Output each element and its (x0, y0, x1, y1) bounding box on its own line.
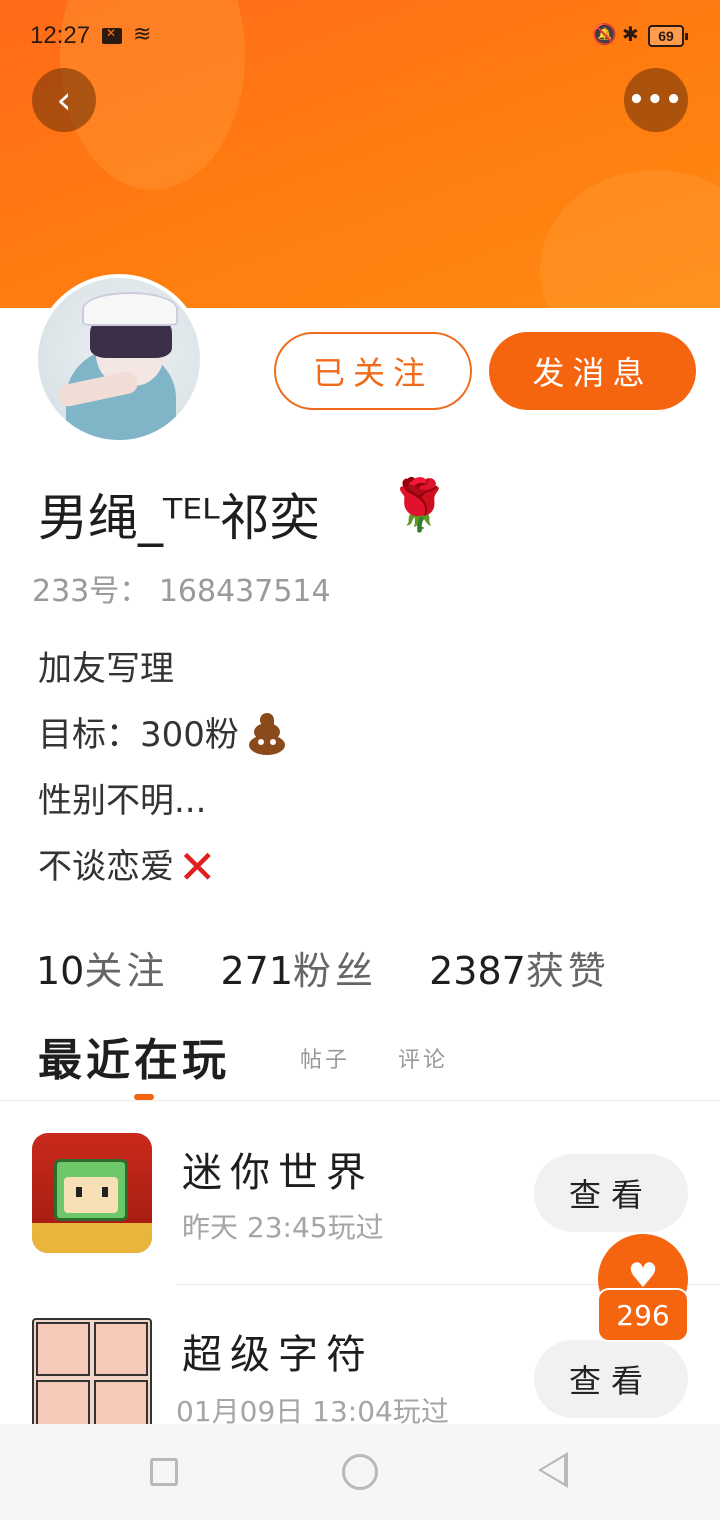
avatar[interactable] (34, 274, 204, 444)
view-button[interactable]: 查看 (534, 1154, 688, 1232)
game-icon (32, 1318, 152, 1438)
bio-line: 加友写理 (38, 649, 174, 689)
bio-line: 不谈恋爱 ✕ (38, 834, 291, 900)
more-options-button[interactable]: ••• (624, 68, 688, 132)
bio-line: 性别不明... (38, 781, 207, 821)
status-time: 12:27 (30, 22, 91, 49)
game-played-time: 昨天 23:45玩过 (182, 1211, 384, 1244)
cross-mark-icon: ✕ (178, 840, 217, 894)
wifi-icon: ≋ (133, 22, 152, 47)
following-stat[interactable]: 10关注 (36, 949, 208, 993)
game-title: 迷你世界 (182, 1150, 374, 1196)
fans-stat[interactable]: 271粉丝 (220, 949, 417, 993)
status-bar: 12:27 ≋ 🔕 ✱ 69 (0, 0, 720, 72)
tab-posts[interactable]: 帖子 (300, 1042, 350, 1074)
poop-icon (243, 713, 291, 757)
banner-decoration (540, 170, 720, 308)
tab-comments[interactable]: 评论 (398, 1042, 448, 1074)
battery-icon: 69 (648, 25, 688, 47)
back-button[interactable]: ‹ (32, 68, 96, 132)
tab-recently-played[interactable]: 最近在玩 (38, 1024, 230, 1088)
send-message-button[interactable]: 发消息 (489, 332, 696, 410)
game-icon (32, 1133, 152, 1253)
profile-name: 男绳_ᵀᴱᴸ祁奕 (38, 489, 320, 547)
bio-line: 目标：300粉 (38, 702, 291, 768)
notification-icon (102, 26, 122, 44)
mute-bell-icon: 🔕 (592, 22, 617, 46)
profile-bio: 加友写理 目标：300粉 性别不明... 不谈恋爱 ✕ (38, 636, 291, 900)
user-id: 233号： 168437514 (32, 566, 331, 610)
back-triangle-icon[interactable] (538, 1452, 568, 1488)
game-title: 超级字符 (182, 1332, 374, 1378)
more-dots-icon: ••• (628, 85, 684, 115)
rose-icon: 🌹 (388, 476, 451, 534)
likes-stat[interactable]: 2387获赞 (429, 949, 650, 993)
following-button[interactable]: 已关注 (274, 332, 472, 410)
recent-apps-icon[interactable] (150, 1458, 178, 1486)
view-button[interactable]: 查看 (534, 1340, 688, 1418)
system-navigation-bar (0, 1424, 720, 1520)
user-id-label: 233号： (32, 574, 150, 609)
like-count-badge: 296 (597, 1288, 689, 1342)
profile-tabs: 最近在玩 帖子 评论 (38, 1024, 678, 1100)
divider (0, 1100, 720, 1101)
home-icon[interactable] (342, 1454, 378, 1490)
bluetooth-icon: ✱ (622, 22, 639, 46)
profile-stats: 10关注 271粉丝 2387获赞 (36, 940, 650, 995)
chevron-left-icon: ‹ (56, 78, 72, 122)
user-id-value: 168437514 (158, 574, 331, 609)
